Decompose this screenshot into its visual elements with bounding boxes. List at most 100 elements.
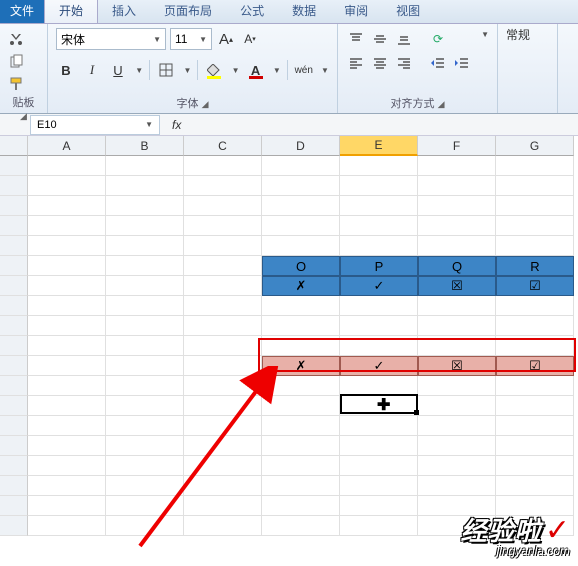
- cell[interactable]: [184, 256, 262, 276]
- row-header[interactable]: [0, 356, 28, 376]
- shrink-font-button[interactable]: A▾: [240, 29, 260, 49]
- cell[interactable]: ☒: [418, 276, 496, 296]
- row-header[interactable]: [0, 176, 28, 196]
- cell[interactable]: [418, 216, 496, 236]
- tab-view[interactable]: 视图: [382, 0, 434, 23]
- cell[interactable]: [106, 256, 184, 276]
- cell[interactable]: [262, 516, 340, 536]
- cell[interactable]: [340, 216, 418, 236]
- grid-body[interactable]: OPQR✗✓☒☑✗✓☒☑: [0, 156, 578, 536]
- cell[interactable]: [418, 476, 496, 496]
- cell[interactable]: [496, 396, 574, 416]
- cell[interactable]: [418, 156, 496, 176]
- cell[interactable]: [418, 296, 496, 316]
- row-header[interactable]: [0, 196, 28, 216]
- cell[interactable]: [340, 156, 418, 176]
- cell[interactable]: [184, 276, 262, 296]
- cell[interactable]: [106, 156, 184, 176]
- underline-button[interactable]: U: [108, 60, 128, 80]
- cell[interactable]: [340, 416, 418, 436]
- row-header[interactable]: [0, 436, 28, 456]
- row-header[interactable]: [0, 236, 28, 256]
- cell[interactable]: [184, 176, 262, 196]
- decrease-indent-button[interactable]: [428, 54, 448, 72]
- align-center-button[interactable]: [370, 54, 390, 72]
- cell[interactable]: Q: [418, 256, 496, 276]
- pinyin-button[interactable]: wén: [294, 60, 314, 80]
- row-header[interactable]: [0, 496, 28, 516]
- cell[interactable]: ☒: [418, 356, 496, 376]
- cell[interactable]: [262, 376, 340, 396]
- col-header-F[interactable]: F: [418, 136, 496, 156]
- cell[interactable]: [262, 216, 340, 236]
- cell[interactable]: [106, 176, 184, 196]
- cell[interactable]: [340, 436, 418, 456]
- cell[interactable]: [496, 296, 574, 316]
- align-right-button[interactable]: [394, 54, 414, 72]
- cell[interactable]: [106, 236, 184, 256]
- row-header[interactable]: [0, 256, 28, 276]
- cell[interactable]: [106, 276, 184, 296]
- cell[interactable]: [106, 476, 184, 496]
- col-header-E[interactable]: E: [340, 136, 418, 156]
- chevron-down-icon[interactable]: ▼: [145, 120, 153, 129]
- row-header[interactable]: [0, 276, 28, 296]
- tab-insert[interactable]: 插入: [98, 0, 150, 23]
- borders-button[interactable]: [156, 60, 176, 80]
- cell[interactable]: [340, 476, 418, 496]
- cell[interactable]: [184, 456, 262, 476]
- cell[interactable]: [28, 496, 106, 516]
- cell[interactable]: [28, 236, 106, 256]
- cell[interactable]: [340, 516, 418, 536]
- cell[interactable]: [184, 156, 262, 176]
- cell[interactable]: [28, 216, 106, 236]
- cut-icon[interactable]: [8, 32, 24, 48]
- cell[interactable]: P: [340, 256, 418, 276]
- cell[interactable]: [262, 416, 340, 436]
- cell[interactable]: [184, 416, 262, 436]
- cell[interactable]: [262, 176, 340, 196]
- row-header[interactable]: [0, 156, 28, 176]
- cell[interactable]: [496, 236, 574, 256]
- dialog-launcher-icon[interactable]: ◢: [438, 99, 445, 109]
- cell[interactable]: [262, 296, 340, 316]
- cell[interactable]: [262, 456, 340, 476]
- cell[interactable]: [28, 336, 106, 356]
- font-size-select[interactable]: 11▼: [170, 28, 212, 50]
- row-header[interactable]: [0, 296, 28, 316]
- cell[interactable]: [28, 296, 106, 316]
- cell[interactable]: [184, 316, 262, 336]
- cell[interactable]: [184, 496, 262, 516]
- cell[interactable]: [106, 436, 184, 456]
- cell[interactable]: [28, 396, 106, 416]
- cell[interactable]: [340, 496, 418, 516]
- cell[interactable]: [418, 416, 496, 436]
- cell[interactable]: [496, 456, 574, 476]
- cell[interactable]: [262, 196, 340, 216]
- cell[interactable]: [28, 456, 106, 476]
- chevron-down-icon[interactable]: ▼: [273, 66, 281, 75]
- grow-font-button[interactable]: A▴: [216, 29, 236, 49]
- cell[interactable]: [418, 396, 496, 416]
- cell[interactable]: [106, 416, 184, 436]
- cell[interactable]: [184, 436, 262, 456]
- name-box[interactable]: E10 ▼: [30, 115, 160, 135]
- cell[interactable]: ✓: [340, 276, 418, 296]
- cell[interactable]: [106, 376, 184, 396]
- fx-icon[interactable]: fx: [172, 118, 181, 132]
- cell[interactable]: [496, 156, 574, 176]
- cell[interactable]: [28, 176, 106, 196]
- cell[interactable]: [106, 396, 184, 416]
- cell[interactable]: [496, 416, 574, 436]
- chevron-down-icon[interactable]: ▼: [321, 66, 329, 75]
- cell[interactable]: [262, 316, 340, 336]
- row-header[interactable]: [0, 456, 28, 476]
- row-header[interactable]: [0, 316, 28, 336]
- cell[interactable]: [496, 516, 574, 536]
- tab-data[interactable]: 数据: [278, 0, 330, 23]
- cell[interactable]: [28, 196, 106, 216]
- cell[interactable]: [28, 316, 106, 336]
- row-header[interactable]: [0, 216, 28, 236]
- cell[interactable]: [184, 336, 262, 356]
- cell[interactable]: [262, 436, 340, 456]
